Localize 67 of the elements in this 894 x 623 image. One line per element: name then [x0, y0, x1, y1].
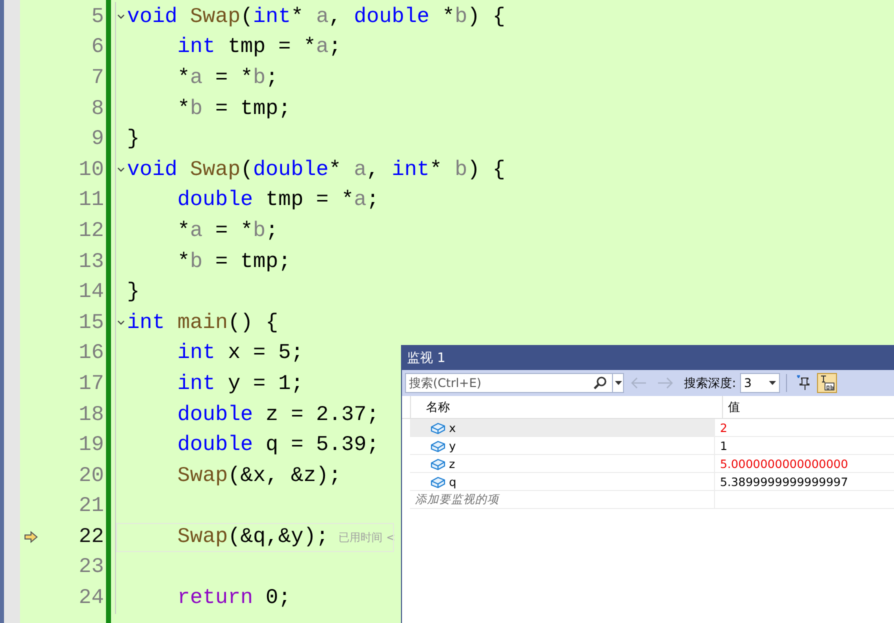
variable-icon	[430, 422, 446, 434]
code-line: Swap(&x, &z);	[176, 464, 342, 488]
code-line: }	[127, 128, 140, 152]
watch-name-cell[interactable]: y	[410, 437, 715, 454]
code-line: *a = *b;	[176, 66, 278, 90]
line-number: 13	[78, 250, 104, 274]
line-number: 9	[91, 128, 104, 152]
window-title: 监视 1	[402, 345, 894, 370]
search-icon	[593, 376, 607, 390]
search-depth-label: 搜索深度:	[684, 374, 736, 392]
line-number: 5	[91, 6, 104, 29]
code-line: double z = 2.37;	[176, 404, 380, 427]
depth-combobox[interactable]: 3	[740, 373, 780, 393]
search-field[interactable]: 搜索(Ctrl+E)	[405, 373, 624, 393]
code-line: }	[127, 281, 140, 304]
dropdown-button[interactable]	[612, 374, 623, 392]
line-number: 16	[78, 342, 104, 366]
line-number: 12	[78, 220, 104, 243]
column-header[interactable]: 名称	[410, 396, 723, 418]
line-number: 18	[78, 404, 104, 427]
line-number: 19	[78, 434, 104, 458]
code-line: int x = 5;	[176, 342, 304, 366]
watch-value-cell-text: 5.3899999999999997	[719, 474, 850, 490]
watch-name-cell[interactable]: z	[410, 455, 715, 472]
variable-icon	[430, 440, 446, 452]
watch-name-cell[interactable]: x	[410, 419, 715, 436]
code-line: *a = *b;	[176, 220, 278, 243]
watch-value-cell-text: 2	[719, 420, 728, 436]
line-number: 7	[91, 66, 104, 90]
line-number: 14	[78, 281, 104, 304]
code-line: *b = tmp;	[176, 98, 291, 121]
code-line: int y = 1;	[176, 372, 304, 396]
line-number: 17	[78, 372, 104, 396]
code-line: void Swap(int* a, double *b) {	[127, 6, 506, 29]
caret-icon	[614, 381, 622, 385]
code-line: *b = tmp;	[176, 250, 291, 274]
line-number: 6	[91, 36, 104, 60]
watch-value-cell-text: 1	[719, 438, 728, 454]
variable-name: q	[449, 474, 456, 488]
add-watch-placeholder[interactable]: 添加要监视的项	[415, 492, 499, 507]
variable-icon	[430, 476, 446, 488]
line-number: 10	[78, 158, 104, 182]
line-number: 21	[78, 495, 104, 518]
variable-name: y	[449, 438, 456, 452]
variable-name: z	[449, 456, 456, 470]
line-number: 15	[78, 312, 104, 335]
code-line: Swap(&q,&y);	[176, 526, 329, 549]
watch-name-cell[interactable]: q	[410, 473, 715, 490]
caret-icon	[769, 381, 776, 385]
code-line: double tmp = *a;	[176, 189, 380, 212]
code-line: void Swap(double* a, int* b) {	[127, 158, 506, 182]
variable-icon	[430, 458, 446, 470]
code-line: double q = 5.39;	[176, 434, 380, 458]
column-header[interactable]: 值	[723, 396, 894, 418]
line-number: 24	[78, 587, 104, 610]
pin-text-toggle[interactable]	[817, 373, 838, 393]
line-number: 11	[78, 189, 104, 212]
watch-value-cell-text: 5.0000000000000000	[719, 456, 850, 472]
line-number: 22	[78, 526, 104, 549]
line-number: 23	[78, 556, 104, 580]
code-line: int tmp = *a;	[176, 36, 342, 60]
line-number: 8	[91, 98, 104, 121]
line-number: 20	[78, 464, 104, 488]
variable-name: x	[449, 420, 456, 434]
code-line: int main() {	[127, 312, 278, 335]
current-line-arrow-icon	[24, 531, 38, 544]
code-line: return 0;	[176, 587, 291, 610]
